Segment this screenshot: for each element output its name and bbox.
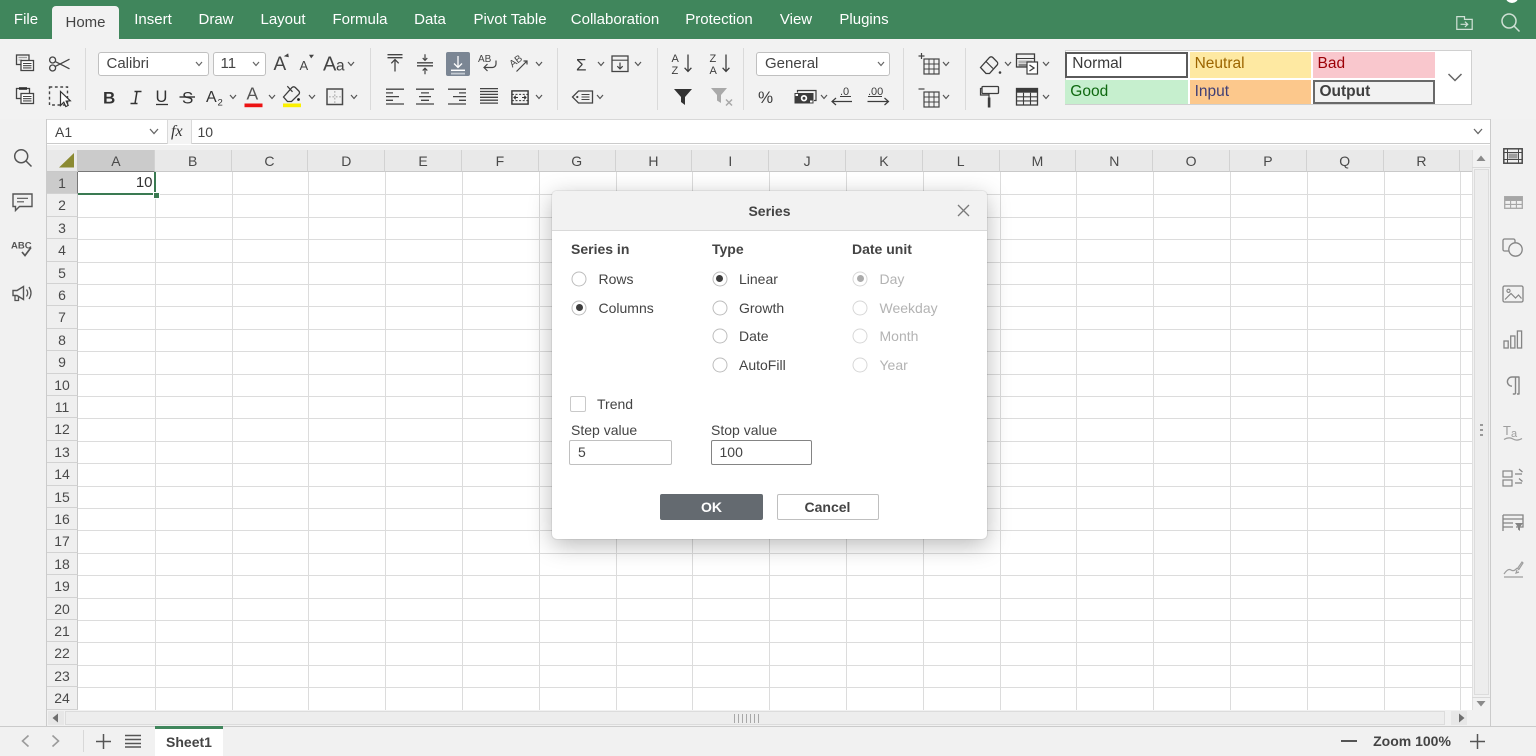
svg-text:2: 2 <box>218 98 223 108</box>
svg-text:A: A <box>709 65 717 76</box>
svg-text:A: A <box>274 54 287 75</box>
svg-text:A: A <box>323 54 337 76</box>
svg-text:T: T <box>1503 423 1511 438</box>
svg-text:Z: Z <box>671 65 678 76</box>
svg-text:A: A <box>247 84 259 104</box>
svg-text:U: U <box>156 88 168 106</box>
svg-text:Z: Z <box>709 53 716 65</box>
svg-text:A: A <box>300 58 309 73</box>
svg-text:A: A <box>671 53 679 65</box>
svg-text:AB: AB <box>510 53 525 70</box>
svg-text:Σ: Σ <box>576 56 587 75</box>
svg-text:B: B <box>103 89 115 108</box>
svg-text:%: % <box>758 88 773 107</box>
svg-text:a: a <box>336 58 345 75</box>
svg-text:A: A <box>206 89 217 106</box>
svg-text:AB: AB <box>478 54 492 65</box>
svg-text:S: S <box>182 89 193 108</box>
